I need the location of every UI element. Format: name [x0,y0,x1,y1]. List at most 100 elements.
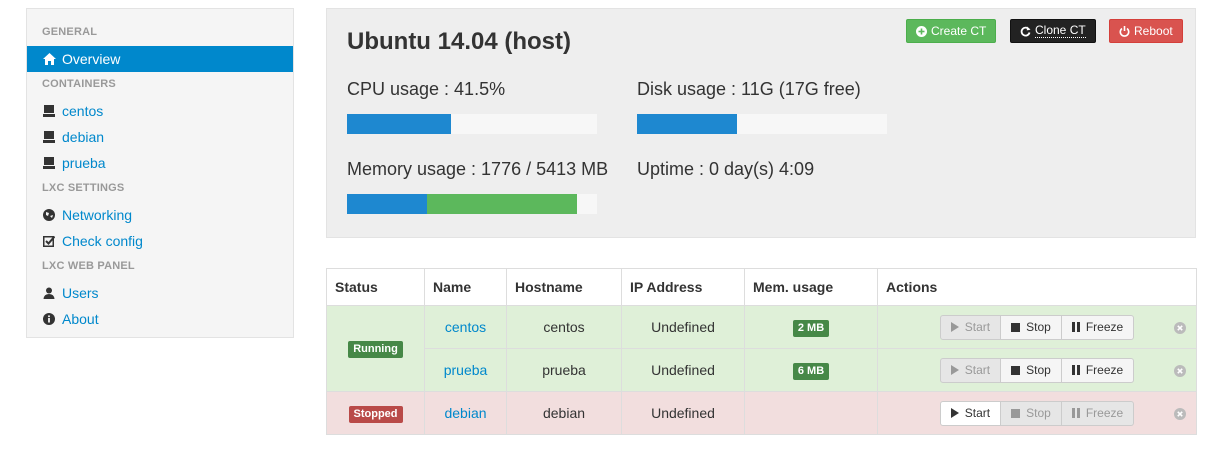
start-button[interactable]: Start [939,314,1002,340]
container-link-prueba[interactable]: prueba [444,362,488,378]
action-button-group: Start Stop Freeze [939,400,1135,426]
status-badge-running: Running [348,341,403,358]
column-header-actions: Actions [877,268,1197,306]
sidebar-item-users[interactable]: Users [27,280,293,306]
column-header-mem-usage: Mem. usage [744,268,878,306]
power-icon [1119,25,1130,37]
sidebar-item-debian[interactable]: debian [27,124,293,150]
stop-label: Stop [1026,320,1051,334]
play-icon [950,408,959,418]
remove-icon[interactable] [1174,364,1186,377]
ip-cell: Undefined [621,391,745,435]
refresh-icon [1020,26,1031,37]
table-row: prueba prueba Undefined 6 MB Start Stop [327,348,1197,392]
cpu-usage-fill [347,114,451,134]
stop-button[interactable]: Stop [1001,314,1062,340]
sidebar-item-label: Users [62,285,99,301]
server-icon [42,130,56,144]
container-link-centos[interactable]: centos [445,319,486,335]
nav-header-containers: CONTAINERS [42,78,116,90]
cpu-usage-bar [347,114,597,134]
freeze-label: Freeze [1085,320,1124,334]
actions-cell: Start Stop Freeze [877,305,1197,349]
remove-icon[interactable] [1174,407,1186,420]
page-title: Ubuntu 14.04 (host) [347,28,572,55]
disk-usage-bar [637,114,887,134]
disk-usage-fill [637,114,737,134]
sidebar-item-label: prueba [62,155,106,171]
action-button-group: Start Stop Freeze [939,314,1135,340]
stop-button[interactable]: Stop [1001,400,1062,426]
freeze-label: Freeze [1085,363,1124,377]
server-icon [42,104,56,118]
mem-badge: 2 MB [792,319,830,337]
table-row: Running centos centos Undefined 2 MB Sta… [326,305,1197,392]
user-icon [42,286,56,300]
home-icon [42,52,56,66]
freeze-button[interactable]: Freeze [1061,400,1135,426]
freeze-button[interactable]: Freeze [1061,357,1135,383]
memory-usage-bar [347,194,597,214]
reboot-button[interactable]: Reboot [1109,19,1183,43]
clone-ct-button[interactable]: Clone CT [1010,19,1096,43]
nav-header-general: GENERAL [42,26,98,38]
table-header-row: Status Name Hostname IP Address Mem. usa… [326,268,1197,306]
container-link-debian[interactable]: debian [444,405,486,421]
create-ct-label: Create CT [931,24,987,38]
memory-usage-label: Memory usage : 1776 / 5413 MB [347,159,609,179]
pause-icon [1071,322,1080,332]
start-label: Start [964,363,991,377]
create-ct-button[interactable]: Create CT [906,19,997,43]
sidebar: GENERAL Overview CONTAINERS centos debia… [26,8,294,338]
mem-cell: 2 MB [744,305,878,349]
actions-cell: Start Stop Freeze [877,391,1197,435]
column-header-status: Status [326,268,425,306]
start-button[interactable]: Start [939,400,1002,426]
cpu-usage-label: CPU usage : 41.5% [347,79,506,99]
sidebar-item-label: Networking [62,207,133,223]
column-header-name: Name [424,268,507,306]
stop-label: Stop [1026,406,1051,420]
sidebar-item-check-config[interactable]: Check config [27,228,293,254]
globe-icon [42,208,56,222]
play-icon [950,322,959,332]
sidebar-item-centos[interactable]: centos [27,98,293,124]
server-icon [42,156,56,170]
disk-usage-label: Disk usage : 11G (17G free) [637,79,861,99]
check-icon [42,234,56,248]
column-header-hostname: Hostname [506,268,622,306]
memory-cached-fill [427,194,577,214]
freeze-button[interactable]: Freeze [1061,314,1135,340]
sidebar-item-label: debian [62,129,105,145]
reboot-label: Reboot [1134,24,1173,38]
status-cell: Stopped [326,391,425,435]
status-badge-stopped: Stopped [348,405,403,423]
sidebar-item-overview[interactable]: Overview [27,46,293,72]
sidebar-item-label: Overview [62,51,121,67]
stop-icon [1011,322,1021,332]
column-header-ip-address: IP Address [621,268,745,306]
name-cell: debian [424,391,507,435]
action-button-group: Start Stop Freeze [939,357,1135,383]
mem-cell [744,391,878,435]
stop-button[interactable]: Stop [1001,357,1062,383]
nav-header-lxc-settings: LXC SETTINGS [42,182,125,194]
sidebar-item-label: About [62,311,99,327]
start-label: Start [964,406,991,420]
start-button[interactable]: Start [939,357,1002,383]
sidebar-item-about[interactable]: About [27,306,293,332]
clone-ct-label: Clone CT [1035,23,1086,38]
hostname-cell: prueba [506,348,622,392]
info-icon [42,312,56,326]
pause-icon [1071,365,1080,375]
sidebar-item-networking[interactable]: Networking [27,202,293,228]
remove-icon[interactable] [1174,321,1186,334]
sidebar-item-prueba[interactable]: prueba [27,150,293,176]
host-overview-panel: Ubuntu 14.04 (host) Create CT Clone CT R… [326,8,1196,238]
mem-badge: 6 MB [792,362,830,380]
status-cell: Running [326,305,425,392]
stop-label: Stop [1026,363,1051,377]
ip-cell: Undefined [621,305,745,349]
sidebar-item-label: Check config [62,233,143,249]
table-row: Stopped debian debian Undefined Start St… [326,391,1197,435]
